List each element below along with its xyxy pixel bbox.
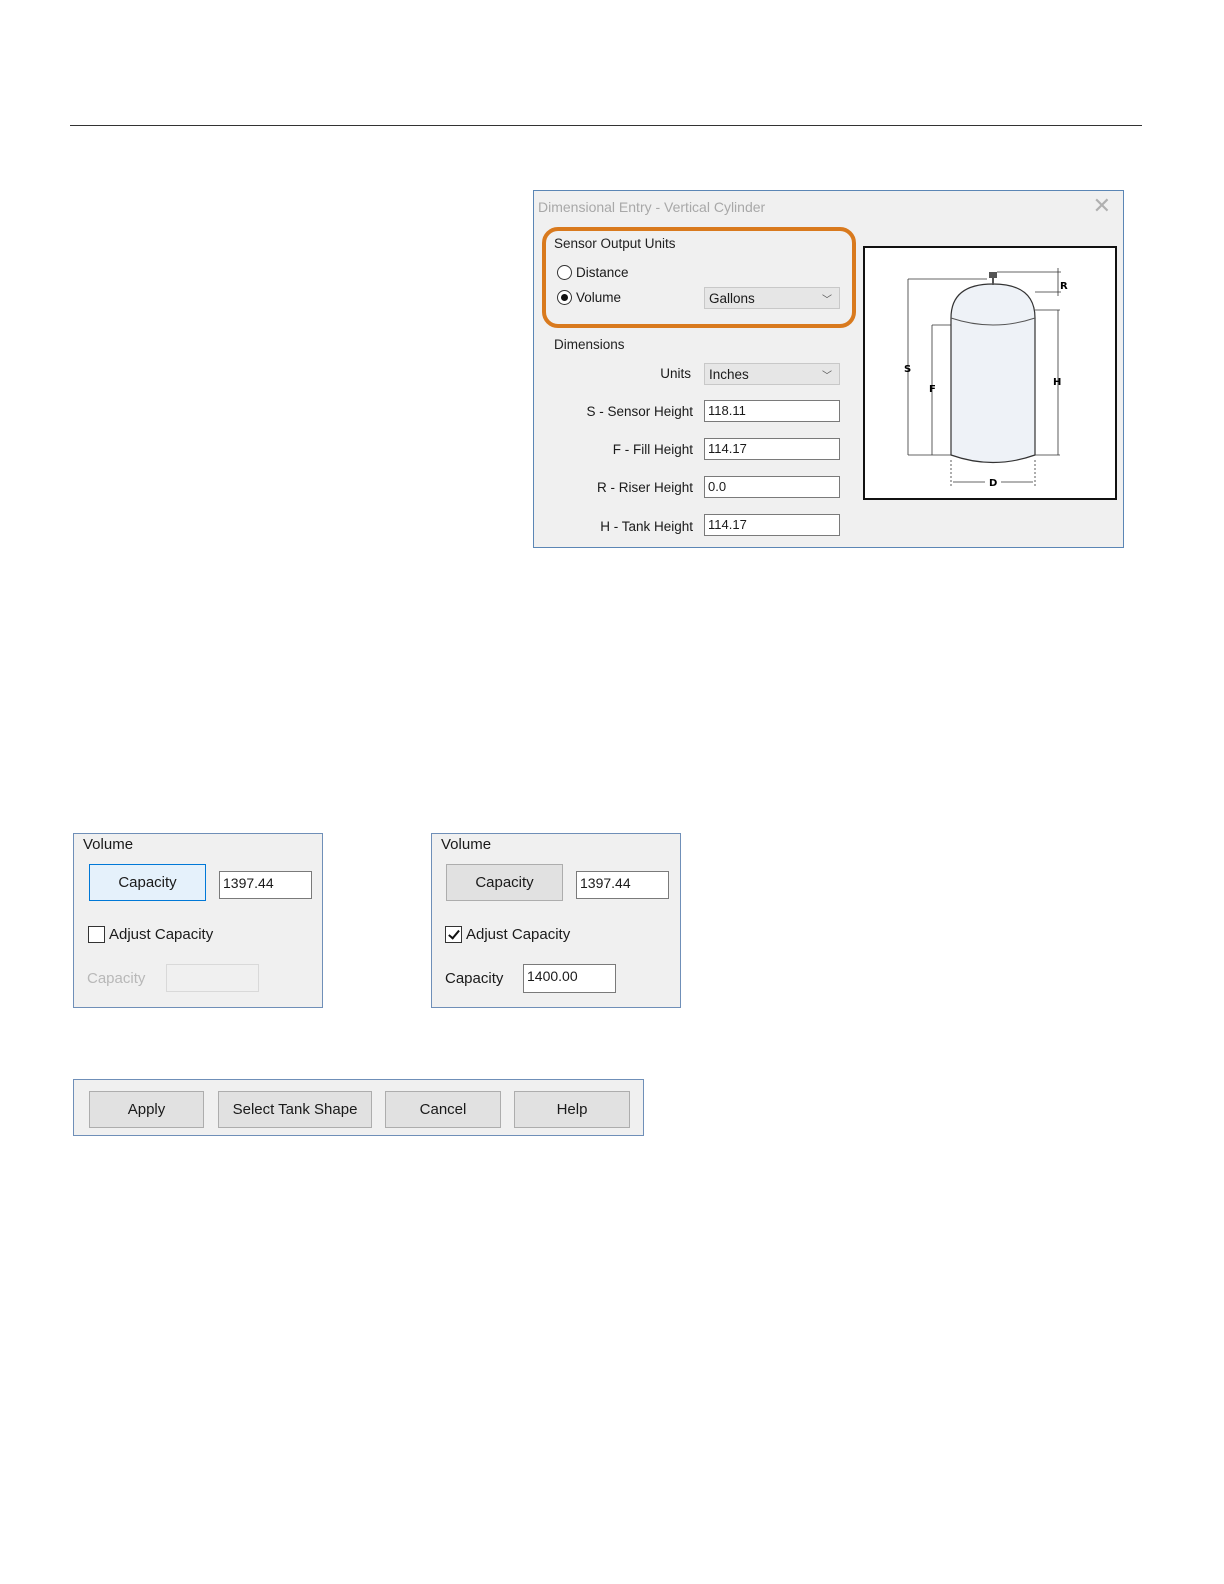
- dim-s-label: S: [904, 364, 911, 375]
- dim-r-label: R: [1060, 281, 1068, 292]
- dimensions-label: Dimensions: [554, 337, 625, 352]
- fill-height-input[interactable]: 114.17: [704, 438, 840, 460]
- sensor-height-input[interactable]: 118.11: [704, 400, 840, 422]
- volume-panel-title: Volume: [441, 836, 492, 853]
- adjust-capacity-box[interactable]: [445, 926, 462, 943]
- capacity-value-field[interactable]: 1397.44: [219, 871, 312, 899]
- dimension-units-value: Inches: [709, 366, 749, 382]
- dim-f-label: F: [929, 384, 936, 395]
- riser-height-label: R - Riser Height: [596, 480, 693, 495]
- adjust-capacity-box[interactable]: [88, 926, 105, 943]
- select-tank-shape-button[interactable]: Select Tank Shape: [218, 1091, 372, 1128]
- adjusted-capacity-input[interactable]: 1400.00: [523, 964, 616, 993]
- tank-height-input[interactable]: 114.17: [704, 514, 840, 536]
- adjusted-capacity-label: Capacity: [87, 970, 146, 987]
- dimension-units-select[interactable]: Inches ﹀: [704, 363, 840, 385]
- tank-height-label: H - Tank Height: [600, 519, 693, 534]
- close-icon[interactable]: ✕: [1093, 195, 1111, 217]
- help-button[interactable]: Help: [514, 1091, 630, 1128]
- sensor-height-label: S - Sensor Height: [586, 404, 693, 419]
- volume-panel-unchecked: Volume Capacity 1397.44 Adjust Capacity …: [73, 833, 323, 1008]
- cancel-button[interactable]: Cancel: [385, 1091, 501, 1128]
- adjusted-capacity-input[interactable]: [166, 964, 259, 992]
- volume-panel-title: Volume: [83, 836, 134, 853]
- fill-height-label: F - Fill Height: [612, 442, 693, 457]
- highlight-outline: [542, 227, 856, 328]
- riser-height-input[interactable]: 0.0: [704, 476, 840, 498]
- header-rule: [70, 125, 1142, 126]
- adjust-capacity-label: Adjust Capacity: [109, 926, 214, 943]
- units-label: Units: [660, 366, 691, 381]
- apply-button[interactable]: Apply: [89, 1091, 204, 1128]
- volume-panel-checked: Volume Capacity 1397.44 Adjust Capacity …: [431, 833, 681, 1008]
- adjusted-capacity-label: Capacity: [445, 970, 504, 987]
- tank-diagram: S F H R D: [863, 246, 1117, 500]
- dialog-title: Dimensional Entry - Vertical Cylinder: [538, 199, 766, 215]
- tank-body: [950, 283, 1036, 464]
- dialog-button-bar: Apply Select Tank Shape Cancel Help: [73, 1079, 644, 1136]
- dim-d-label: D: [989, 478, 997, 489]
- adjust-capacity-label: Adjust Capacity: [466, 926, 571, 943]
- sensor-icon: [989, 272, 997, 278]
- adjust-capacity-checkbox[interactable]: Adjust Capacity: [88, 926, 213, 943]
- adjust-capacity-checkbox[interactable]: Adjust Capacity: [445, 926, 570, 943]
- dim-h-label: H: [1053, 377, 1061, 388]
- capacity-value-field[interactable]: 1397.44: [576, 871, 669, 899]
- capacity-button[interactable]: Capacity: [446, 864, 563, 901]
- chevron-down-icon: ﹀: [822, 371, 832, 382]
- vertical-cylinder-diagram: S F H R D: [904, 268, 1068, 489]
- capacity-button[interactable]: Capacity: [89, 864, 206, 901]
